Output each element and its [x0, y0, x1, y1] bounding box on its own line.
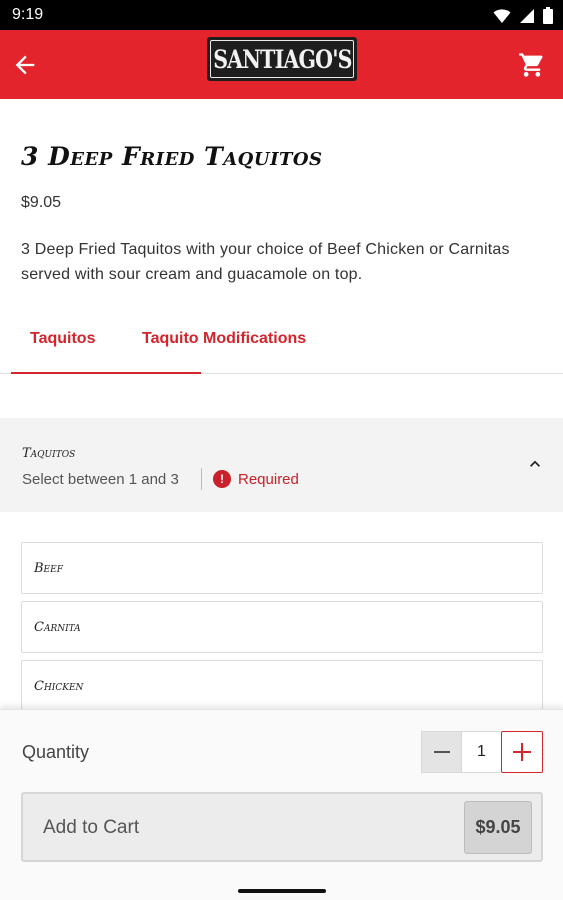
status-icons: [493, 7, 553, 24]
exclamation-circle-icon: !: [213, 470, 231, 488]
modifier-title: Taquitos: [22, 446, 76, 461]
wifi-icon: [493, 8, 511, 23]
quantity-label: Quantity: [22, 742, 90, 762]
back-button[interactable]: [8, 48, 42, 82]
decrement-button[interactable]: [421, 731, 462, 773]
option-beef[interactable]: Beef: [21, 542, 543, 594]
bottom-panel: Quantity 1 Add to Cart $9.05: [0, 709, 563, 881]
home-indicator[interactable]: [238, 889, 326, 893]
item-price: $9.05: [21, 194, 62, 211]
add-to-cart-button[interactable]: Add to Cart $9.05: [21, 792, 543, 862]
logo-text: SANTIAGO'S: [212, 44, 352, 74]
tab-bar: Taquitos Taquito Modifications: [0, 320, 563, 374]
chevron-up-icon[interactable]: [525, 454, 545, 474]
tab-indicator: [11, 372, 201, 374]
plus-icon: [513, 743, 531, 761]
status-time: 9:19: [12, 6, 44, 23]
option-label: Chicken: [34, 679, 84, 694]
battery-icon: [543, 7, 553, 24]
cart-button[interactable]: [515, 48, 549, 82]
required-label: Required: [238, 471, 299, 488]
arrow-left-icon: [15, 55, 35, 75]
status-bar: 9:19: [0, 0, 563, 30]
add-to-cart-price: $9.05: [464, 801, 532, 854]
tab-taquitos[interactable]: Taquitos: [30, 330, 95, 348]
quantity-value: 1: [462, 731, 501, 773]
divider: [201, 468, 202, 490]
option-label: Carnita: [34, 620, 81, 635]
modifier-group-header[interactable]: Taquitos Select between 1 and 3 ! Requir…: [0, 418, 563, 512]
quantity-stepper: 1: [421, 731, 543, 773]
tab-taquito-modifications[interactable]: Taquito Modifications: [142, 330, 306, 348]
santiagos-logo: SANTIAGO'S: [207, 37, 357, 81]
increment-button[interactable]: [501, 731, 543, 773]
shopping-cart-icon: [519, 53, 543, 77]
app-bar: SANTIAGO'S: [0, 30, 563, 99]
system-nav-bar: [0, 881, 563, 900]
item-description: 3 Deep Fried Taquitos with your choice o…: [21, 241, 510, 283]
modifier-subtitle: Select between 1 and 3: [22, 471, 179, 488]
minus-icon: [433, 751, 450, 753]
option-carnita[interactable]: Carnita: [21, 601, 543, 653]
option-label: Beef: [34, 561, 63, 576]
signal-icon: [520, 8, 534, 23]
item-title: 3 Deep Fried Taquitos: [21, 142, 323, 171]
add-to-cart-label: Add to Cart: [43, 817, 140, 838]
option-chicken[interactable]: Chicken: [21, 660, 543, 712]
